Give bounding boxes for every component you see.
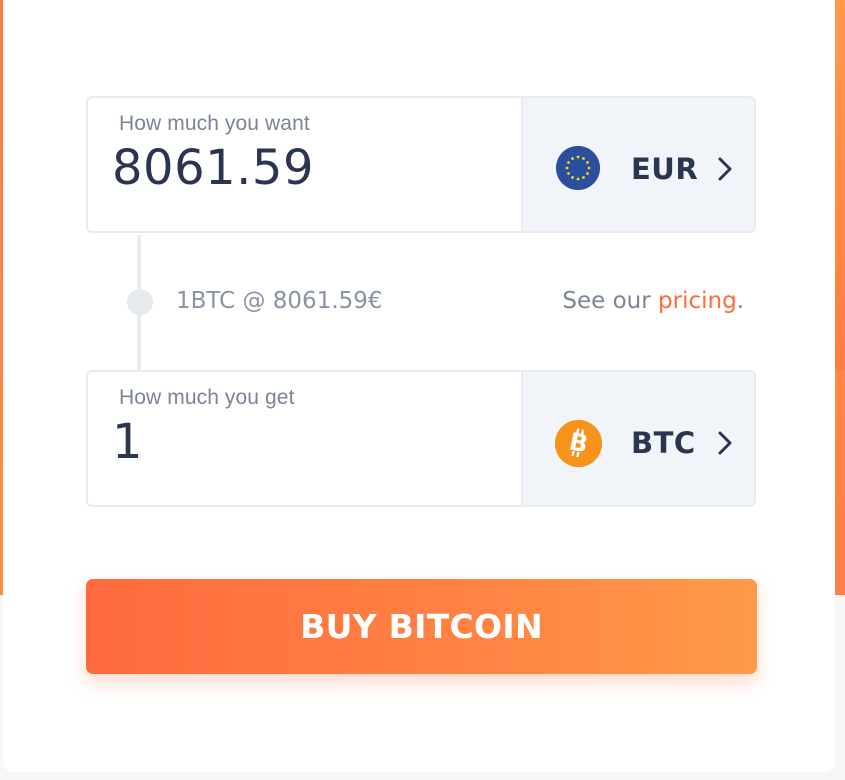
pricing-note: See our pricing. [562, 288, 744, 314]
want-amount-input[interactable] [112, 140, 512, 196]
get-currency-selector[interactable]: B BTC [521, 372, 754, 505]
get-amount-field: How much you get B BTC [86, 370, 756, 507]
want-currency-selector[interactable]: EUR [521, 98, 754, 231]
exchange-rate: 1BTC @ 8061.59€ [176, 288, 383, 314]
get-amount-label: How much you get [119, 386, 295, 409]
bitcoin-icon: B [555, 420, 602, 467]
want-amount-label: How much you want [119, 112, 310, 135]
pricing-suffix: . [736, 288, 744, 314]
connector-dot [127, 289, 153, 315]
get-amount-input[interactable] [112, 414, 512, 470]
want-amount-field: How much you want 8061.59 EUR [86, 96, 756, 233]
euro-flag-icon [556, 146, 600, 190]
buy-bitcoin-card: How much you want 8061.59 EUR 1BTC @ 806… [3, 0, 835, 772]
chevron-right-icon [715, 430, 735, 456]
get-currency-code: BTC [631, 426, 696, 460]
chevron-right-icon [715, 156, 735, 182]
want-currency-code: EUR [631, 152, 699, 186]
pricing-link[interactable]: pricing [658, 288, 737, 314]
pricing-prefix: See our [562, 288, 659, 314]
buy-bitcoin-button[interactable]: BUY BITCOIN [86, 579, 757, 674]
